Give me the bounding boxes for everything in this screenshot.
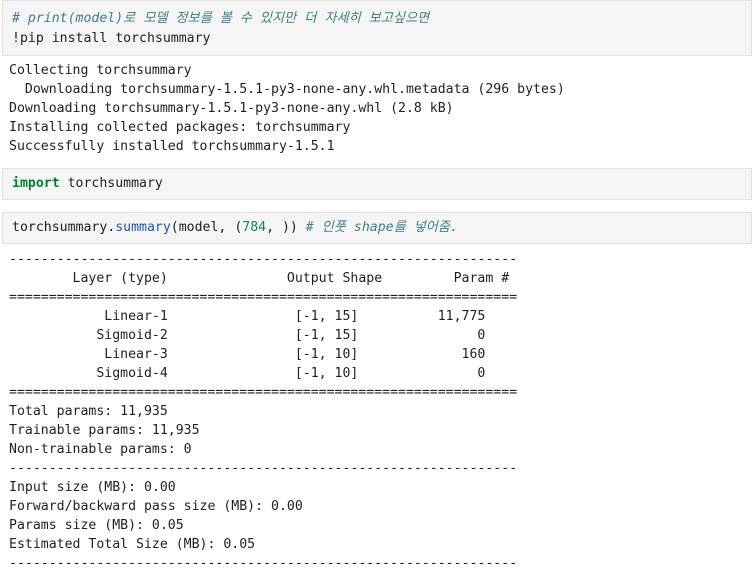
output-line: Input size (MB): 0.00: [9, 480, 176, 495]
code-args: , )): [266, 220, 306, 235]
output-line: Params size (MB): 0.05: [9, 518, 184, 533]
output-line: Trainable params: 11,935: [9, 423, 200, 438]
output-line: Linear-1 [-1, 15] 11,775: [9, 309, 486, 324]
output-line: ----------------------------------------…: [9, 461, 518, 476]
module-name: torchsummary: [59, 176, 163, 191]
output-line: Sigmoid-4 [-1, 10] 0: [9, 366, 486, 381]
output-line: ----------------------------------------…: [9, 556, 518, 571]
code-cell-summary[interactable]: torchsummary.summary(model, (784, )) # 인…: [2, 212, 752, 244]
output-line: Collecting torchsummary: [9, 63, 192, 78]
output-line: Successfully installed torchsummary-1.5.…: [9, 139, 335, 154]
output-line: Sigmoid-2 [-1, 15] 0: [9, 328, 486, 343]
output-line: Installing collected packages: torchsumm…: [9, 120, 351, 135]
output-line: ========================================…: [9, 290, 518, 305]
code-args: (model, (: [170, 220, 243, 235]
code-line: !pip install torchsummary: [12, 31, 211, 46]
output-line: ----------------------------------------…: [9, 252, 518, 267]
output-line: ========================================…: [9, 385, 518, 400]
code-cell-pip-install[interactable]: # print(model)로 모델 정보를 볼 수 있지만 더 자세히 보고싶…: [2, 0, 752, 56]
code-function: summary: [115, 220, 171, 235]
output-line: Total params: 11,935: [9, 404, 168, 419]
output-line: Estimated Total Size (MB): 0.05: [9, 537, 256, 552]
code-line: import torchsummary: [12, 174, 163, 193]
code-comment: # 인풋 shape를 넣어줌.: [305, 220, 458, 235]
keyword-import: import: [12, 176, 60, 191]
output-line: Forward/backward pass size (MB): 0.00: [9, 499, 303, 514]
notebook: # print(model)로 모델 정보를 볼 수 있지만 더 자세히 보고싶…: [0, 0, 752, 571]
output-line: Layer (type) Output Shape Param #: [9, 271, 510, 286]
code-comment: # print(model)로 모델 정보를 볼 수 있지만 더 자세히 보고싶…: [12, 11, 430, 26]
output-line: Linear-3 [-1, 10] 160: [9, 347, 486, 362]
code-line: torchsummary.summary(model, (784, )) # 인…: [12, 218, 458, 237]
code-object: torchsummary.: [12, 220, 116, 235]
code-number: 784: [242, 220, 267, 235]
output-line: Downloading torchsummary-1.5.1-py3-none-…: [9, 82, 565, 97]
output-line: Downloading torchsummary-1.5.1-py3-none-…: [9, 101, 454, 116]
output-line: Non-trainable params: 0: [9, 442, 192, 457]
code-cell-import[interactable]: import torchsummary: [2, 168, 752, 200]
